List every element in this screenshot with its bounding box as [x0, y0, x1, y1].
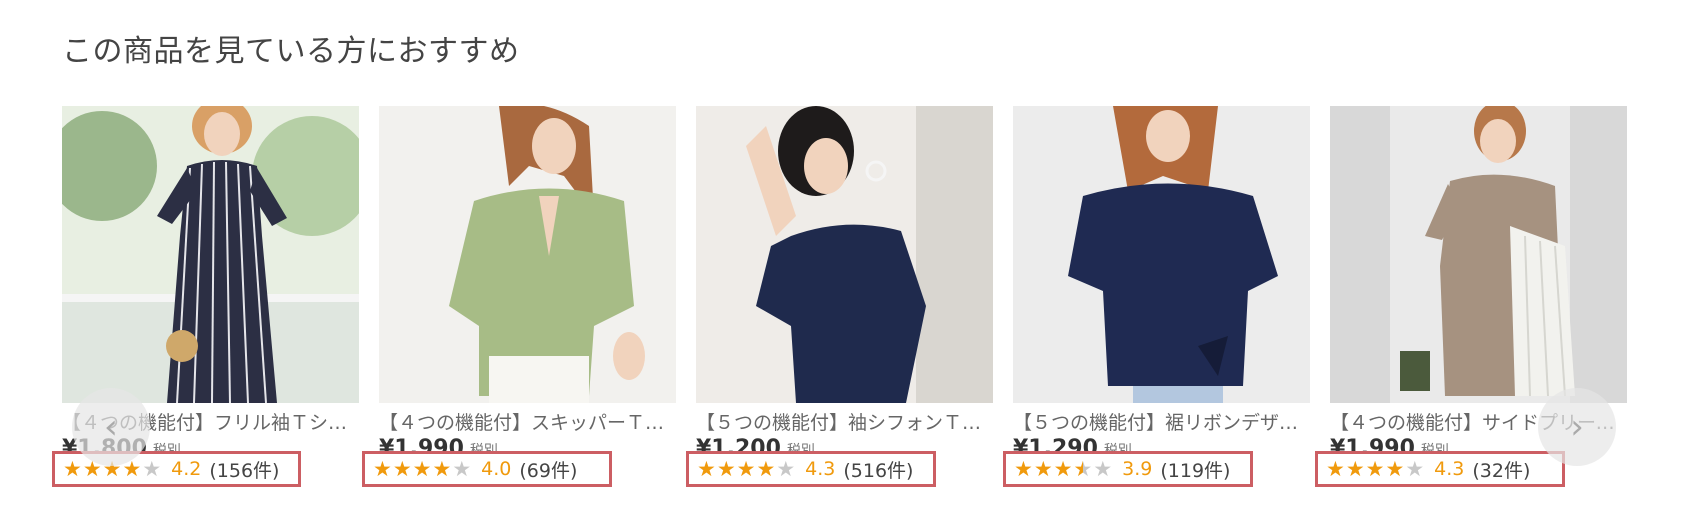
- product-name[interactable]: 【５つの機能付】袖シフォンＴシャツ...: [696, 411, 996, 435]
- star-icon: ★: [736, 456, 757, 481]
- rating-score: 3.9: [1122, 458, 1153, 480]
- star-empty-icon: ★: [452, 456, 473, 481]
- review-count[interactable]: (516件): [843, 456, 913, 483]
- rating-score: 4.3: [1434, 458, 1465, 480]
- star-icon: ★: [392, 456, 413, 481]
- page-title: この商品を見ている方におすすめ: [62, 34, 520, 69]
- product-name[interactable]: 【４つの機能付】スキッパーＴシャツ...: [379, 411, 679, 435]
- star-icon: ★: [697, 456, 717, 481]
- carousel-next-button[interactable]: ›: [1538, 388, 1616, 466]
- star-icon: ★: [1345, 456, 1366, 481]
- star-rating-icons: ★ ★ ★ ★ ★: [1326, 456, 1426, 481]
- star-icon: ★: [1053, 456, 1074, 481]
- star-empty-icon: ★: [1405, 456, 1426, 481]
- review-count[interactable]: (69件): [519, 456, 577, 483]
- star-icon: ★: [373, 456, 393, 481]
- product-image[interactable]: [696, 106, 993, 403]
- product-card[interactable]: 【５つの機能付】袖シフォンＴシャツ... ¥1,200税別 ★★★★★ 4.3 …: [686, 106, 996, 487]
- review-count[interactable]: (156件): [209, 456, 279, 483]
- rating-box[interactable]: ★ ★ ★ ★ ★ 4.3 (516件): [686, 451, 936, 487]
- product-image[interactable]: [1330, 106, 1627, 403]
- product-image[interactable]: [379, 106, 676, 403]
- star-icon: ★: [1014, 456, 1034, 481]
- star-empty-icon: ★: [142, 456, 163, 481]
- rating-score: 4.0: [481, 458, 512, 480]
- review-count[interactable]: (119件): [1160, 456, 1230, 483]
- rating-box[interactable]: ★ ★ ★ ★ ★ 3.9 (119件): [1003, 451, 1253, 487]
- star-icon: ★: [1326, 456, 1346, 481]
- star-half-icon: ★: [1073, 456, 1094, 481]
- star-icon: ★: [716, 456, 737, 481]
- product-image[interactable]: [62, 106, 359, 403]
- product-name[interactable]: 【５つの機能付】裾リボンデザイン...: [1013, 411, 1313, 435]
- star-rating-icons: ★ ★ ★ ★ ★: [373, 456, 473, 481]
- star-icon: ★: [412, 456, 433, 481]
- chevron-left-icon: ‹: [104, 407, 118, 447]
- product-card[interactable]: 【４つの機能付】スキッパーＴシャツ... ¥1,990税別 ★★★★★ 4.0 …: [362, 106, 679, 487]
- product-card[interactable]: 【５つの機能付】裾リボンデザイン... ¥1,290 税別 ★ ★ ★ ★ ★ 3.9 (…: [1003, 106, 1313, 487]
- star-icon: ★: [63, 456, 83, 481]
- star-rating-icons: ★ ★ ★ ★ ★: [1014, 456, 1114, 481]
- rating-box[interactable]: ★ ★ ★ ★ ★ 4.3 (32件): [1315, 451, 1565, 487]
- rating-score: 4.2: [171, 458, 202, 480]
- star-icon: ★: [1033, 456, 1054, 481]
- star-empty-icon: ★: [776, 456, 797, 481]
- rating-score: 4.3: [805, 458, 836, 480]
- star-icon: ★: [432, 456, 453, 481]
- product-image[interactable]: [1013, 106, 1310, 403]
- star-empty-icon: ★: [1093, 456, 1114, 481]
- star-icon: ★: [756, 456, 777, 481]
- star-icon: ★: [1385, 456, 1406, 481]
- product-carousel: 【４つの機能付】フリル袖Ｔシャツ... ¥1,800税別 ★★★★★ 4.2 (…: [0, 106, 1692, 506]
- review-count[interactable]: (32件): [1472, 456, 1530, 483]
- star-rating-icons: ★ ★ ★ ★ ★: [697, 456, 797, 481]
- carousel-prev-button[interactable]: ‹: [72, 388, 150, 466]
- chevron-right-icon: ›: [1570, 407, 1584, 447]
- rating-box[interactable]: ★ ★ ★ ★ ★ 4.0 (69件): [362, 451, 612, 487]
- star-icon: ★: [1365, 456, 1386, 481]
